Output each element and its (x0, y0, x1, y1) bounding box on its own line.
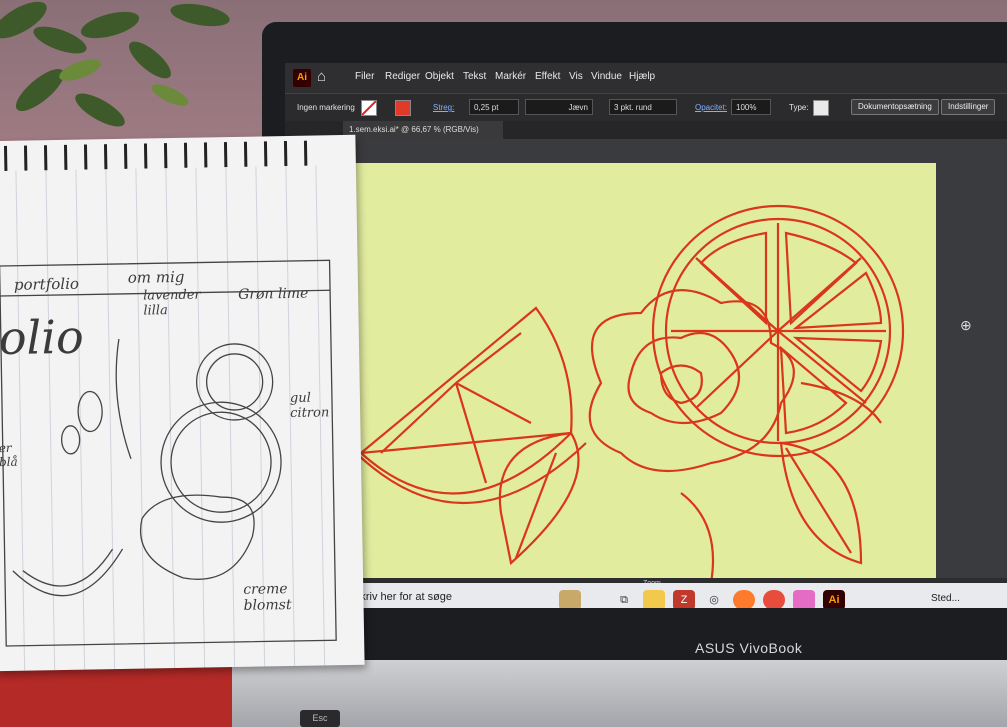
document-tab[interactable]: 1.sem.eksi.ai* @ 66,67 % (RGB/Vis) (343, 121, 503, 139)
sketch-flower-note: creme blomst (243, 581, 292, 614)
opacity-label[interactable]: Opacitet: (695, 103, 727, 112)
menu-objekt[interactable]: Objekt (425, 71, 454, 82)
app-icon[interactable] (793, 590, 815, 608)
type-label: Type: (789, 103, 809, 112)
sketch-big-portfolio: olio (0, 309, 85, 366)
none-fill-icon (361, 100, 377, 116)
firefox-icon[interactable] (733, 590, 755, 608)
taskbar-search[interactable]: Skriv her for at søge (353, 591, 452, 603)
file-explorer-icon[interactable] (643, 590, 665, 608)
selection-status: Ingen markering (297, 103, 355, 112)
sketch-om-mig-nav: om mig (127, 267, 185, 287)
menu-tekst[interactable]: Tekst (463, 71, 486, 82)
stroke-swatch[interactable] (395, 100, 411, 116)
sketch-notebook: portfolio om mig lavender lilla Grøn lim… (0, 134, 365, 672)
zoom-cursor-icon: ⊕ (960, 317, 972, 333)
illustrator-taskbar-icon[interactable]: Ai (823, 590, 845, 608)
menu-marker[interactable]: Markér (495, 71, 526, 82)
menu-hjaelp[interactable]: Hjælp (629, 71, 655, 82)
sketch-lavender-note: lavender lilla (142, 287, 201, 319)
sketch-lime-note: Grøn lime (237, 285, 309, 303)
citrus-flower-illustration (345, 204, 905, 584)
preferences-button[interactable]: Indstillinger (941, 99, 996, 115)
chrome-icon[interactable] (763, 590, 785, 608)
artboard[interactable] (341, 163, 936, 591)
sketch-portfolio-nav: portfolio (13, 274, 80, 294)
laptop-brand: ASUS VivoBook (695, 640, 803, 656)
menu-filer[interactable]: Filer (355, 71, 374, 82)
brush-select[interactable]: 3 pkt. rund (609, 99, 677, 115)
document-tab-bar: 1.sem.eksi.ai* @ 66,67 % (RGB/Vis) (285, 121, 1007, 139)
search-highlight-icon[interactable] (559, 590, 581, 608)
menu-vindue[interactable]: Vindue (591, 71, 622, 82)
type-swatch[interactable] (813, 100, 829, 116)
stroke-weight-field[interactable]: 0,25 pt (469, 99, 519, 115)
home-icon[interactable]: ⌂ (317, 68, 326, 85)
stroke-label[interactable]: Streg: (433, 103, 454, 112)
laptop-screen: Ai ⌂ Filer Rediger Objekt Tekst Markér E… (285, 63, 1007, 608)
illustrator-logo: Ai (293, 69, 311, 87)
document-setup-button[interactable]: Dokumentopsætning (851, 99, 939, 115)
sketch-blue-note: er blå (0, 440, 18, 470)
weather-widget[interactable]: Sted... (931, 593, 960, 604)
control-bar: Ingen markering Streg: 0,25 pt Jævn 3 pk… (285, 93, 1007, 122)
menu-vis[interactable]: Vis (569, 71, 583, 82)
plant-leaves (0, 1, 230, 127)
filezilla-icon[interactable]: Z (673, 590, 695, 608)
esc-key[interactable]: Esc (300, 710, 340, 727)
laptop-base (232, 660, 1007, 727)
menu-bar: Ai ⌂ Filer Rediger Objekt Tekst Markér E… (285, 63, 1007, 93)
menu-effekt[interactable]: Effekt (535, 71, 560, 82)
menu-rediger[interactable]: Rediger (385, 71, 420, 82)
browser-icon[interactable]: ◎ (703, 590, 725, 608)
windows-taskbar: Skriv her for at søge ⧉ Z ◎ Ai Sted... (343, 583, 1007, 608)
opacity-field[interactable]: 100% (731, 99, 771, 115)
line-style-select[interactable]: Jævn (525, 99, 593, 115)
fill-swatch[interactable] (361, 100, 377, 116)
sketch-lemon-note: gul citron (289, 390, 330, 421)
task-view-icon[interactable]: ⧉ (613, 590, 635, 608)
